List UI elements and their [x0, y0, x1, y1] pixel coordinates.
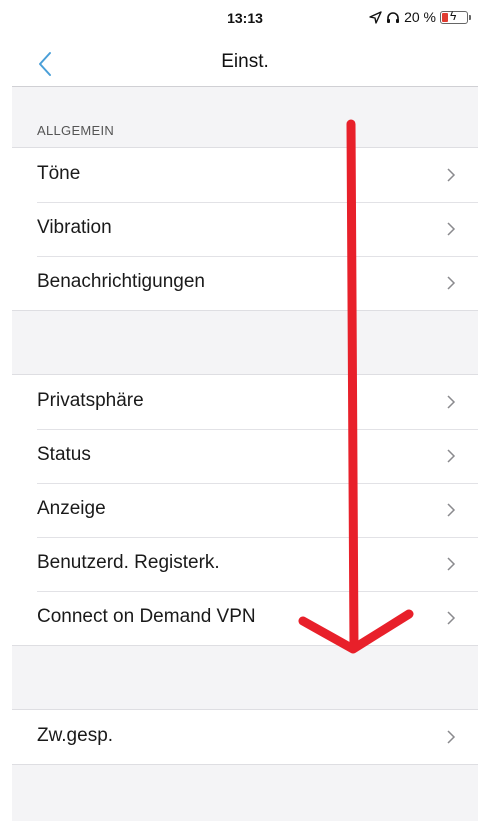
chevron-right-icon — [447, 503, 456, 517]
row-label: Benutzerd. Registerk. — [37, 552, 220, 573]
battery-icon: ϟ — [440, 8, 471, 24]
chevron-right-icon — [447, 276, 456, 290]
row-label: Vibration — [37, 217, 112, 238]
location-arrow-icon — [369, 10, 382, 24]
settings-row-status[interactable]: Status — [12, 429, 478, 483]
settings-row-privatsphaere[interactable]: Privatsphäre — [12, 375, 478, 429]
section-header-allgemein: ALLGEMEIN — [37, 123, 115, 138]
page-title: Einst. — [221, 51, 269, 72]
charging-bolt-icon: ϟ — [450, 8, 457, 23]
chevron-right-icon — [447, 611, 456, 625]
chevron-right-icon — [447, 395, 456, 409]
settings-row-connect-on-demand-vpn[interactable]: Connect on Demand VPN — [12, 591, 478, 645]
settings-row-benutzerd-registerk[interactable]: Benutzerd. Registerk. — [12, 537, 478, 591]
status-icons: 20 % ϟ — [369, 8, 471, 25]
group-allgemein: Töne Vibration Benachrichtigungen — [12, 147, 478, 311]
headphones-icon — [387, 11, 400, 23]
group-privacy: Privatsphäre Status Anzeige Benutzerd. R… — [12, 374, 478, 646]
settings-row-benachrichtigungen[interactable]: Benachrichtigungen — [12, 256, 478, 310]
chevron-right-icon — [447, 557, 456, 571]
row-label: Anzeige — [37, 498, 106, 519]
status-bar: 13:13 20 % ϟ — [12, 0, 478, 40]
navigation-bar: Einst. — [12, 40, 478, 87]
chevron-right-icon — [447, 222, 456, 236]
settings-row-toene[interactable]: Töne — [12, 148, 478, 202]
settings-row-zw-gesp[interactable]: Zw.gesp. — [12, 710, 478, 764]
chevron-right-icon — [447, 730, 456, 744]
left-bezel — [0, 0, 12, 821]
row-label: Töne — [37, 163, 81, 184]
row-label: Zw.gesp. — [37, 725, 114, 746]
chevron-right-icon — [447, 449, 456, 463]
row-label: Benachrichtigungen — [37, 271, 205, 292]
row-label: Status — [37, 444, 91, 465]
battery-fill — [442, 12, 448, 22]
row-label: Privatsphäre — [37, 390, 144, 411]
row-label: Connect on Demand VPN — [37, 606, 256, 627]
settings-row-vibration[interactable]: Vibration — [12, 202, 478, 256]
settings-row-anzeige[interactable]: Anzeige — [12, 483, 478, 537]
battery-percent: 20 % — [404, 9, 436, 25]
chevron-right-icon — [447, 168, 456, 182]
group-zw-gesp: Zw.gesp. — [12, 709, 478, 765]
